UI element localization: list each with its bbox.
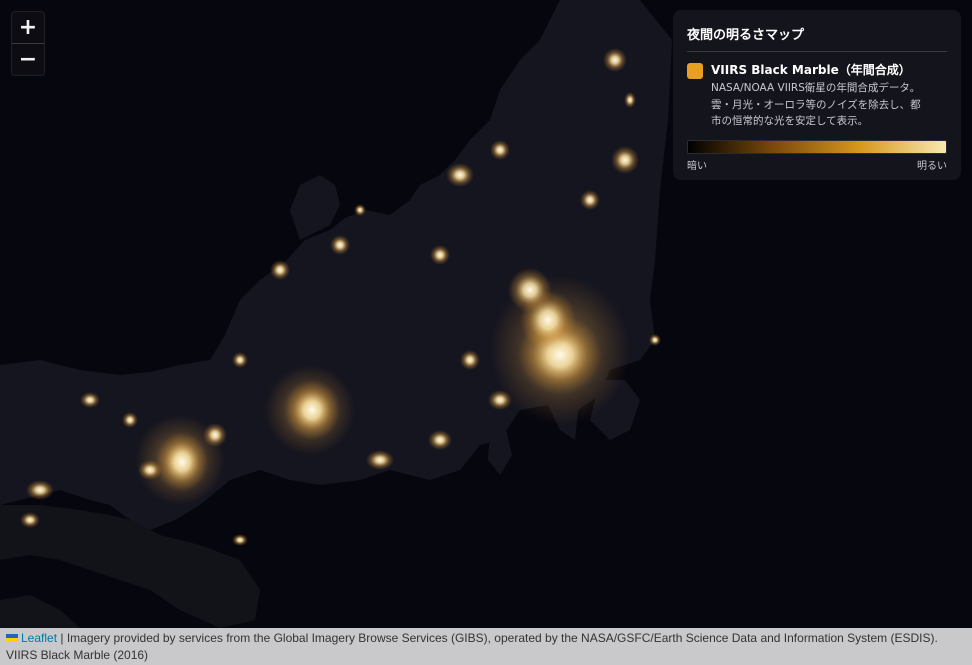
description-line: NASA/NOAA VIIRS衛星の年間合成データ。 [711, 82, 921, 94]
zoom-out-button[interactable]: − [12, 43, 44, 75]
attribution-text: Imagery provided by services from the Gl… [66, 631, 938, 645]
legend-panel: 夜間の明るさマップ VIIRS Black Marble（年間合成） NASA/… [673, 10, 961, 180]
attribution-bar: Leaflet | Imagery provided by services f… [0, 628, 972, 665]
description-line: 雲・月光・オーロラ等のノイズを除去し、都 [711, 98, 921, 111]
layer-credit: VIIRS Black Marble (2016) [6, 648, 149, 662]
map-container[interactable]: + − 夜間の明るさマップ VIIRS Black Marble（年間合成） N… [0, 0, 972, 665]
brightness-color-ramp [687, 139, 947, 154]
zoom-in-button[interactable]: + [12, 12, 44, 43]
description-line: 市の恒常的な光を安定して表示。 [711, 115, 869, 127]
legend-layer-row: VIIRS Black Marble（年間合成） NASA/NOAA VIIRS… [687, 62, 947, 130]
zoom-control: + − [11, 11, 45, 76]
layer-color-swatch [687, 63, 703, 79]
ramp-min-label: 暗い [687, 160, 707, 172]
layer-name: VIIRS Black Marble（年間合成） [711, 63, 911, 77]
ukraine-flag-icon [6, 634, 18, 642]
layer-description: NASA/NOAA VIIRS衛星の年間合成データ。 雲・月光・オーロラ等のノイ… [711, 80, 921, 130]
leaflet-link[interactable]: Leaflet [21, 631, 57, 645]
ramp-max-label: 明るい [917, 160, 947, 172]
attribution-separator: | [57, 631, 67, 645]
ramp-labels: 暗い 明るい [687, 157, 947, 172]
legend-title: 夜間の明るさマップ [687, 24, 947, 52]
